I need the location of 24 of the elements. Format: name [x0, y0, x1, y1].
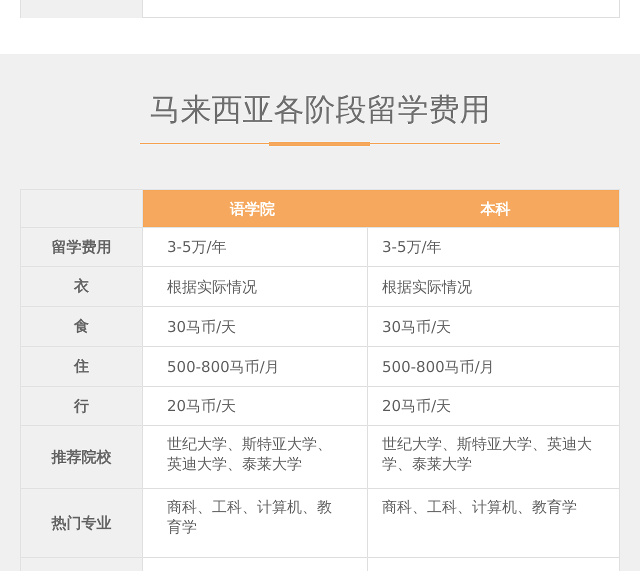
- row-header: 食: [21, 307, 143, 346]
- table-cell: 30马币/天: [143, 307, 368, 346]
- row-header: 行: [21, 387, 143, 425]
- table-cell-text: 500-800马币/月: [381, 356, 496, 378]
- column-header: 本科: [368, 190, 619, 227]
- table-cell: 商科、工科、计算机、教育学: [143, 489, 368, 557]
- table-cell: 世纪大学、斯特亚大学、英迪大学、泰莱大学: [143, 426, 368, 488]
- row-header: 推荐院校: [21, 426, 143, 488]
- row-header: 热门专业: [21, 489, 143, 557]
- column-header: 语学院: [143, 190, 368, 227]
- table-cell-text: 3-5万/年: [381, 237, 443, 258]
- table-cell-text: 20马币/天: [381, 396, 452, 417]
- table-cell: 3-5万/年: [143, 228, 368, 266]
- row-header: 住: [21, 347, 143, 386]
- section-title: 马来西亚各阶段留学费用: [148, 91, 492, 130]
- table-cell-text: 30马币/天: [381, 316, 452, 338]
- table-cell-text: 根据实际情况: [381, 276, 473, 298]
- table-cell: 500-800马币/月: [143, 347, 368, 386]
- table-cell: 20马币/天: [143, 387, 368, 425]
- table-cell-text: 商科、工科、计算机、教育学: [381, 497, 578, 518]
- row-header: 衣: [21, 267, 143, 306]
- row-header: 留学费用: [21, 228, 143, 266]
- table-cell: 根据实际情况: [143, 267, 368, 306]
- table-cell-text: 世纪大学、斯特亚大学、英迪大学、泰莱大学: [381, 434, 593, 475]
